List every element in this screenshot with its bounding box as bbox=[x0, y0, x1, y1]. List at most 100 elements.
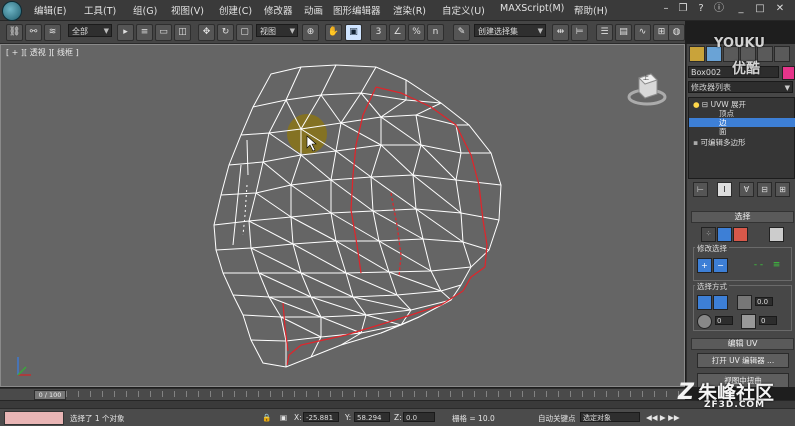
shrink-selection-icon[interactable]: − bbox=[713, 258, 728, 273]
reference-coordinate-dropdown[interactable]: 视图 ▼ bbox=[256, 24, 298, 37]
menu-edit[interactable]: 编辑(E) bbox=[34, 3, 66, 17]
absolute-mode-icon[interactable]: ▣ bbox=[280, 413, 287, 422]
layer-manager-icon[interactable]: ☰ bbox=[596, 24, 613, 41]
vertex-select-icon[interactable]: ⁘ bbox=[701, 227, 716, 242]
timeline-ticks[interactable] bbox=[66, 391, 681, 397]
configure-modifier-sets-icon[interactable]: ⊞ bbox=[775, 182, 790, 197]
help-icon[interactable]: ? bbox=[693, 2, 709, 16]
utilities-tab-icon[interactable] bbox=[774, 46, 790, 62]
track-bar[interactable] bbox=[0, 400, 795, 408]
angle-snap-icon[interactable]: ∠ bbox=[389, 24, 406, 41]
create-tab-icon[interactable] bbox=[689, 46, 705, 62]
stack-item-edge[interactable]: 边 bbox=[689, 118, 795, 127]
stack-buttons: ⊢ Ι ∀ ⊟ ⊞ bbox=[689, 182, 793, 197]
maximize-window-icon[interactable]: □ bbox=[752, 2, 768, 16]
open-uv-editor-button[interactable]: 打开 UV 编辑器 ... bbox=[697, 353, 789, 368]
menu-rendering[interactable]: 渲染(R) bbox=[393, 3, 426, 17]
edge-loop-icon[interactable]: - - bbox=[751, 258, 766, 273]
percent-snap-icon[interactable]: % bbox=[408, 24, 425, 41]
material-id-spinner[interactable]: 0 bbox=[759, 316, 777, 325]
viewcube[interactable]: 上 bbox=[627, 68, 667, 108]
menu-modifiers[interactable]: 修改器 bbox=[264, 3, 293, 17]
edge-ring-icon[interactable]: ≡ bbox=[769, 258, 784, 273]
application-menu-icon[interactable] bbox=[2, 1, 22, 21]
select-by-material-icon[interactable] bbox=[741, 314, 756, 329]
x-coordinate-field[interactable]: -25.881 bbox=[303, 412, 339, 422]
menu-maxscript[interactable]: MAXScript(M) bbox=[500, 3, 564, 14]
modify-selection-label: 修改选择 bbox=[695, 243, 729, 254]
smoothing-group-spinner[interactable]: 0 bbox=[715, 316, 733, 325]
object-color-swatch[interactable] bbox=[782, 66, 795, 80]
pivot-center-icon[interactable]: ⊕ bbox=[302, 24, 319, 41]
menu-create[interactable]: 创建(C) bbox=[219, 3, 252, 17]
rectangular-selection-icon[interactable]: ▭ bbox=[155, 24, 172, 41]
show-end-result-icon[interactable]: Ι bbox=[717, 182, 732, 197]
select-scale-icon[interactable]: ▢ bbox=[236, 24, 253, 41]
menu-customize[interactable]: 自定义(U) bbox=[442, 3, 485, 17]
menu-views[interactable]: 视图(V) bbox=[171, 3, 204, 17]
select-object-icon[interactable]: ▸ bbox=[117, 24, 134, 41]
unlink-icon[interactable]: ⚯ bbox=[25, 24, 42, 41]
element-select-icon[interactable] bbox=[769, 227, 784, 242]
modifier-list-dropdown[interactable]: 修改器列表 ▼ bbox=[688, 81, 793, 93]
stack-item-face[interactable]: 面 bbox=[689, 127, 795, 136]
maxscript-listener-field[interactable] bbox=[4, 411, 64, 425]
stack-item-uvw-unwrap[interactable]: ● ⊟ UVW 展开 bbox=[689, 100, 795, 109]
lightbulb-icon[interactable]: ● bbox=[693, 100, 700, 109]
select-by-name-icon[interactable]: ≡ bbox=[136, 24, 153, 41]
selection-rollout-header[interactable]: 选择 bbox=[691, 211, 794, 223]
curve-editor-icon[interactable]: ∿ bbox=[634, 24, 651, 41]
restore-icon[interactable]: ❐ bbox=[675, 2, 691, 16]
key-filter-selected-dropdown[interactable]: 选定对象 bbox=[580, 412, 640, 422]
link-icon[interactable]: ⛓ bbox=[6, 24, 23, 41]
select-by-smoothing-icon[interactable] bbox=[697, 314, 712, 329]
keyboard-shortcut-override-icon[interactable]: ▣ bbox=[345, 24, 362, 41]
pin-stack-icon[interactable]: ⊢ bbox=[693, 182, 708, 197]
mirror-icon[interactable]: ⇹ bbox=[552, 24, 569, 41]
named-selection-sets-value: 创建选择集 bbox=[478, 27, 518, 36]
align-icon[interactable]: ⊨ bbox=[571, 24, 588, 41]
y-coordinate-field[interactable]: 58.294 bbox=[354, 412, 390, 422]
named-selection-sets-dropdown[interactable]: 创建选择集 ▼ bbox=[474, 24, 546, 37]
grow-selection-icon[interactable]: + bbox=[697, 258, 712, 273]
planar-angle-icon[interactable] bbox=[737, 295, 752, 310]
menu-animation[interactable]: 动画 bbox=[304, 3, 323, 17]
edit-named-selection-icon[interactable]: ✎ bbox=[453, 24, 470, 41]
polygon-select-icon[interactable] bbox=[733, 227, 748, 242]
material-editor-icon[interactable]: ◍ bbox=[668, 24, 685, 41]
make-unique-icon[interactable]: ∀ bbox=[739, 182, 754, 197]
lock-selection-icon[interactable]: 🔒 bbox=[262, 413, 271, 422]
z-coordinate-field[interactable]: 0.0 bbox=[403, 412, 435, 422]
perspective-viewport[interactable]: [ + ][ 透视 ][ 线框 ] 上 bbox=[0, 44, 685, 387]
youku-watermark-cn: 优酷 bbox=[732, 61, 760, 77]
time-slider-thumb[interactable]: 0 / 100 bbox=[34, 390, 66, 400]
stack-item-vertex[interactable]: 顶点 bbox=[689, 109, 795, 118]
menu-graph-editors[interactable]: 图形编辑器 bbox=[333, 3, 381, 17]
menu-group[interactable]: 组(G) bbox=[133, 3, 157, 17]
playback-controls-icon[interactable]: ◀◀ ▶ ▶▶ bbox=[646, 413, 680, 422]
menu-help[interactable]: 帮助(H) bbox=[574, 3, 608, 17]
spinner-snap-icon[interactable]: n bbox=[427, 24, 444, 41]
minimize-icon[interactable]: – bbox=[658, 2, 674, 16]
select-manipulate-icon[interactable]: ✋ bbox=[325, 24, 342, 41]
ignore-backfacing-icon[interactable] bbox=[713, 295, 728, 310]
snaps-toggle-icon[interactable]: 3 bbox=[370, 24, 387, 41]
close-window-icon[interactable]: ✕ bbox=[772, 2, 788, 16]
edit-uv-rollout-header[interactable]: 编辑 UV bbox=[691, 338, 794, 350]
select-by-element-icon[interactable] bbox=[697, 295, 712, 310]
menu-tools[interactable]: 工具(T) bbox=[84, 3, 116, 17]
remove-modifier-icon[interactable]: ⊟ bbox=[757, 182, 772, 197]
select-move-icon[interactable]: ✥ bbox=[198, 24, 215, 41]
window-crossing-icon[interactable]: ◫ bbox=[174, 24, 191, 41]
graphite-tools-icon[interactable]: ▤ bbox=[615, 24, 632, 41]
info-icon[interactable]: ⓘ bbox=[711, 2, 727, 16]
stack-item-editable-poly[interactable]: ▪ 可编辑多边形 bbox=[689, 138, 795, 147]
command-panel: Box002 修改器列表 ▼ ● ⊟ UVW 展开 顶点 边 面 ▪ 可编辑多边… bbox=[686, 44, 795, 387]
planar-angle-spinner[interactable]: 0.0 bbox=[755, 297, 773, 306]
edge-select-icon[interactable] bbox=[717, 227, 732, 242]
bind-spacewarp-icon[interactable]: ≋ bbox=[44, 24, 61, 41]
selection-filter-dropdown[interactable]: 全部 ▼ bbox=[68, 24, 112, 37]
select-rotate-icon[interactable]: ↻ bbox=[217, 24, 234, 41]
minimize-window-icon[interactable]: _ bbox=[733, 2, 749, 16]
reference-coordinate-value: 视图 bbox=[260, 27, 276, 36]
